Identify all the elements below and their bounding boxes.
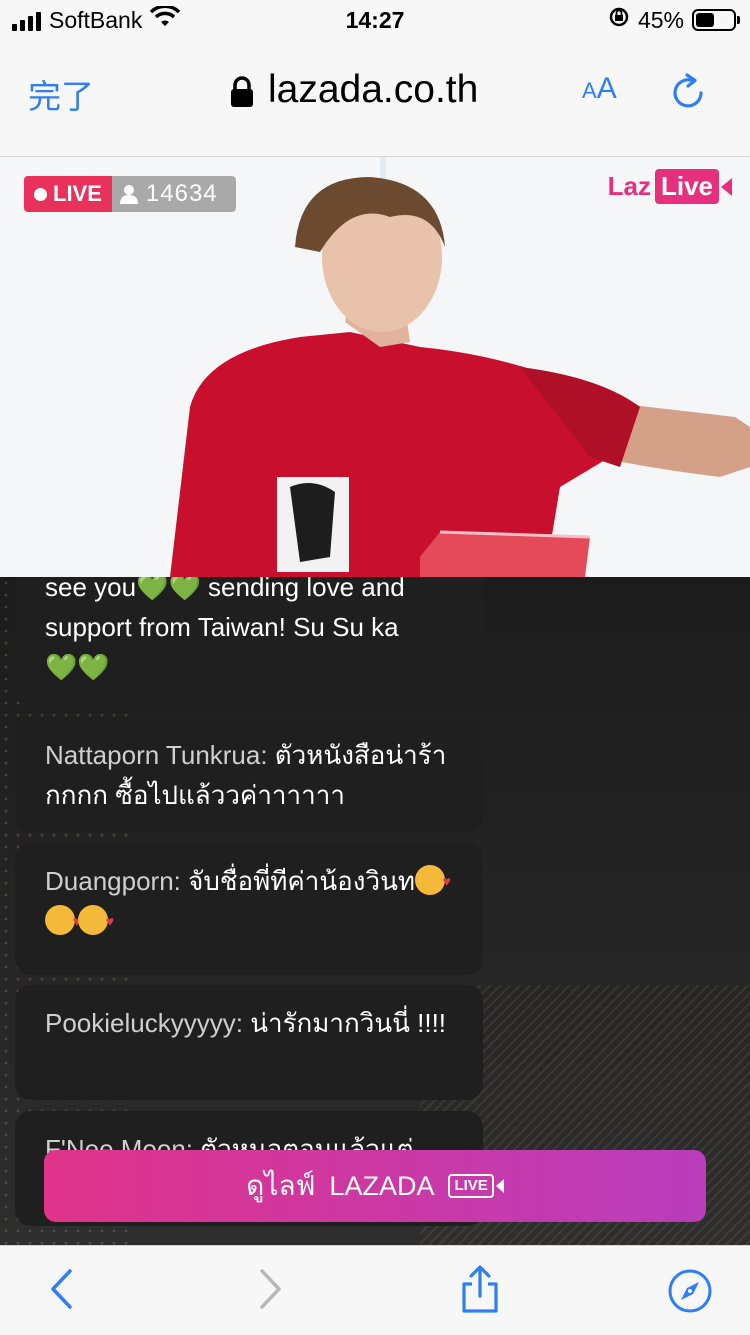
chat-message: see you💚💚 sending love and support from …: [15, 577, 483, 705]
chat-message: Duangporn: จับชื่อพี่ทีค่าน้องวินท: [15, 843, 483, 975]
battery-icon: [692, 9, 740, 31]
viewer-count: 14634: [111, 176, 236, 212]
video-frame: [0, 157, 750, 577]
cta-live-icon: LIVE: [448, 1174, 504, 1198]
status-right: 45%: [608, 6, 740, 34]
battery-percent: 45%: [637, 6, 684, 33]
live-indicator: LIVE: [24, 176, 112, 212]
message-text: จับชื่อพี่ทีค่าน้องวินท: [180, 866, 415, 896]
status-bar: SoftBank 14:27 45%: [0, 0, 750, 40]
message-text: see you: [45, 577, 137, 602]
logo-live-text: Live: [654, 169, 719, 204]
message-author: Nattaporn Tunkrua:: [45, 740, 268, 770]
text-size-small-label: A: [582, 78, 597, 103]
cta-live-label: LIVE: [448, 1174, 494, 1198]
share-icon[interactable]: [458, 1264, 502, 1319]
message-text: sending love and: [200, 577, 405, 602]
message-author: Duangporn:: [45, 866, 181, 896]
reload-icon[interactable]: [670, 72, 708, 117]
green-heart-icon: 💚💚: [136, 577, 201, 602]
done-button[interactable]: 完了: [28, 70, 94, 118]
live-dot-icon: [34, 187, 47, 201]
text-size-button[interactable]: AA: [582, 72, 617, 106]
back-icon[interactable]: [48, 1268, 74, 1315]
smiling-face-hearts-icon: [78, 901, 114, 941]
logo-laz-text: Laz: [607, 171, 651, 201]
live-badge: LIVE 14634: [24, 176, 236, 212]
chat-message: Nattaporn Tunkrua: ตัวหนังสือน่าร้ากกกก …: [15, 717, 483, 832]
live-video[interactable]: LIVE 14634 Laz Live: [0, 157, 750, 577]
chat-panel[interactable]: see you💚💚 sending love and support from …: [0, 577, 750, 1245]
lazlive-logo: Laz Live: [608, 169, 732, 204]
text-size-large-label: A: [596, 72, 617, 105]
cta-camera-icon: [495, 1179, 504, 1193]
camera-icon: [721, 177, 732, 196]
forward-icon[interactable]: [258, 1268, 284, 1315]
watch-live-button[interactable]: ดูไลฟ์ LAZADA LIVE: [44, 1150, 706, 1222]
address-bar[interactable]: lazada.co.th: [230, 68, 478, 112]
smiling-face-hearts-icon: [45, 901, 81, 941]
cta-label-th: ดูไลฟ์: [246, 1170, 316, 1201]
live-label: LIVE: [53, 181, 102, 206]
message-text: support from Taiwan! Su Su ka: [45, 612, 399, 642]
url-text: lazada.co.th: [268, 68, 479, 111]
viewer-count-value: 14634: [145, 180, 218, 207]
browser-toolbar: [0, 1245, 750, 1335]
orientation-lock-icon: [608, 6, 630, 34]
battery-fill: [696, 13, 714, 27]
user-icon: [119, 185, 138, 204]
green-heart-icon: 💚💚: [45, 652, 110, 682]
message-author: Pookieluckyyyyy:: [45, 1008, 243, 1038]
lock-icon: [230, 74, 254, 107]
browser-top-bar: 完了 lazada.co.th AA: [0, 40, 750, 157]
chat-message: Pookieluckyyyyy: น่ารักมากวินนี่ !!!!: [15, 985, 483, 1100]
compass-icon[interactable]: [667, 1268, 713, 1319]
smiling-face-hearts-icon: [414, 861, 451, 901]
message-text: น่ารักมากวินนี่ !!!!: [242, 1008, 447, 1038]
cta-label-brand: LAZADA: [329, 1170, 435, 1201]
